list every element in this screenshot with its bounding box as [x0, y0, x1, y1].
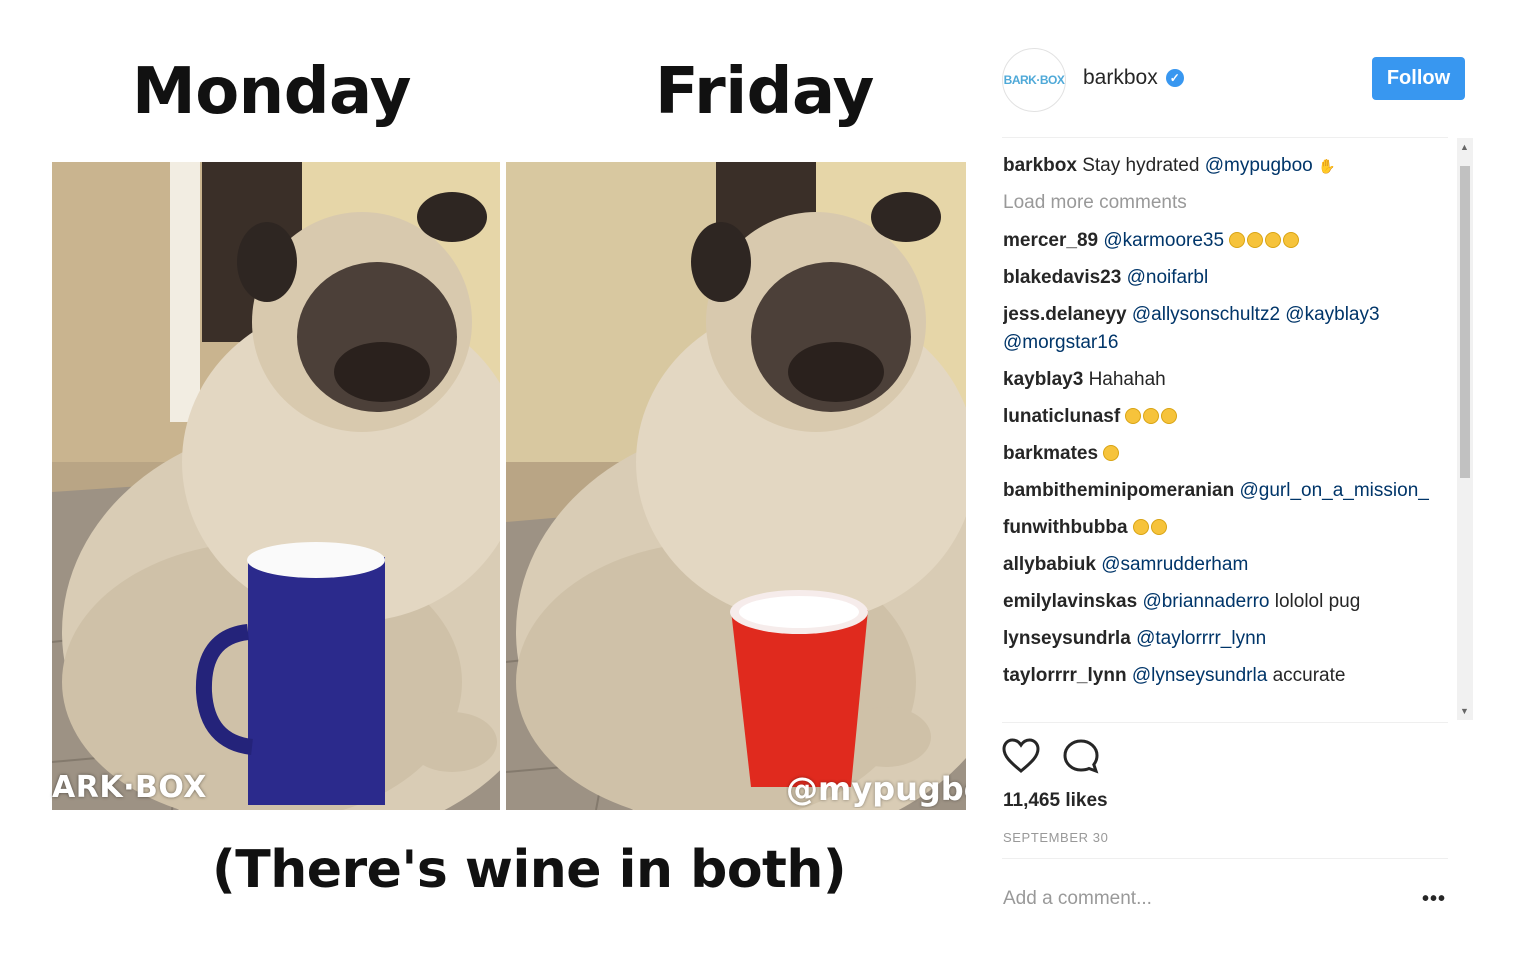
comment-text: accurate: [1272, 665, 1346, 686]
laughing-emoji-icon: [1265, 232, 1282, 248]
comments-divider: [1002, 722, 1448, 723]
post-header: BARK·BOX barkbox ✓ Follow: [1002, 48, 1465, 128]
comment-username[interactable]: lynseysundrla: [1003, 628, 1131, 649]
pug-photo-friday: [506, 162, 966, 810]
comments-scrollbar[interactable]: ▲ ▼: [1457, 138, 1473, 720]
comment-bubble-icon[interactable]: [1062, 738, 1100, 774]
comment-item: mercer_89 @karmoore35: [1003, 227, 1443, 255]
comment-username[interactable]: jess.delaneyy: [1003, 304, 1127, 325]
post-caption: barkbox Stay hydrated @mypugboo ✋: [1003, 152, 1443, 180]
comment-text: Hahahah: [1088, 369, 1166, 390]
laughing-emoji-icon: [1283, 232, 1300, 248]
like-count[interactable]: 11,465 likes: [1003, 790, 1108, 812]
comment-item: jess.delaneyy @allysonschultz2 @kayblay3…: [1003, 301, 1443, 357]
meme-title-friday: Friday: [655, 55, 874, 129]
comment-username[interactable]: taylorrrr_lynn: [1003, 665, 1127, 686]
verified-check-icon: ✓: [1165, 69, 1184, 87]
comment-username[interactable]: barkmates: [1003, 443, 1098, 464]
caption-username[interactable]: barkbox: [1003, 155, 1077, 176]
comment-mention[interactable]: @karmoore35: [1103, 230, 1224, 251]
meme-title-monday: Monday: [132, 55, 411, 129]
laughing-emoji-icon: [1143, 408, 1160, 424]
comment-item: lynseysundrla @taylorrrr_lynn: [1003, 625, 1443, 653]
post-sidebar: BARK·BOX barkbox ✓ Follow barkbox Stay h…: [990, 40, 1475, 940]
comment-item: taylorrrr_lynn @lynseysundrla accurate: [1003, 662, 1443, 690]
pug-photo-monday: [52, 162, 500, 810]
comment-username[interactable]: funwithbubba: [1003, 517, 1128, 538]
comment-mention[interactable]: @gurl_on_a_mission_: [1239, 480, 1428, 501]
scroll-thumb[interactable]: [1460, 166, 1470, 478]
comment-text: lololol pug: [1274, 591, 1361, 612]
comment-username[interactable]: emilylavinskas: [1003, 591, 1137, 612]
comment-mention[interactable]: @noifarbl: [1127, 267, 1209, 288]
comment-item: kayblay3 Hahahah: [1003, 366, 1443, 394]
comment-item: bambitheminipomeranian @gurl_on_a_missio…: [1003, 477, 1443, 505]
comment-item: lunaticlunasf: [1003, 403, 1443, 431]
comment-username[interactable]: allybabiuk: [1003, 554, 1096, 575]
laughing-emoji-icon: [1247, 232, 1264, 248]
more-options-icon[interactable]: •••: [1422, 888, 1446, 911]
comment-username[interactable]: blakedavis23: [1003, 267, 1121, 288]
footer-divider: [1002, 858, 1448, 859]
like-heart-icon[interactable]: [1002, 738, 1040, 774]
raised-hand-emoji-icon: ✋: [1318, 158, 1336, 174]
comment-username[interactable]: mercer_89: [1003, 230, 1098, 251]
comment-item: barkmates: [1003, 440, 1443, 468]
barkbox-watermark: ARK·BOX: [52, 770, 207, 805]
comment-item: blakedavis23 @noifarbl: [1003, 264, 1443, 292]
comment-mention[interactable]: @lynseysundrla: [1132, 665, 1267, 686]
comment-mention[interactable]: @samrudderham: [1101, 554, 1248, 575]
caption-text: Stay hydrated: [1082, 155, 1200, 176]
meme-caption: (There's wine in both): [212, 840, 847, 900]
header-divider: [1002, 137, 1448, 138]
laughing-emoji-icon: [1125, 408, 1142, 424]
comments-list[interactable]: barkbox Stay hydrated @mypugboo ✋ Load m…: [1003, 152, 1443, 720]
comment-mention[interactable]: @briannaderro: [1142, 591, 1269, 612]
comment-username[interactable]: kayblay3: [1003, 369, 1083, 390]
scroll-up-arrow-icon[interactable]: ▲: [1460, 142, 1469, 152]
comment-item: funwithbubba: [1003, 514, 1443, 542]
comment-username[interactable]: bambitheminipomeranian: [1003, 480, 1234, 501]
username-row: barkbox ✓: [1083, 66, 1184, 90]
load-more-comments-link[interactable]: Load more comments: [1003, 189, 1443, 217]
laughing-emoji-icon: [1132, 519, 1149, 535]
action-bar: [1002, 738, 1100, 774]
laughing-emoji-icon: [1103, 445, 1120, 461]
follow-button[interactable]: Follow: [1372, 57, 1465, 100]
avatar[interactable]: BARK·BOX: [1002, 48, 1066, 112]
laughing-emoji-icon: [1229, 232, 1246, 248]
post-image[interactable]: Monday Friday ARK·BOX @mypugb (There's w…: [0, 0, 990, 960]
post-date[interactable]: SEPTEMBER 30: [1003, 830, 1108, 845]
username-link[interactable]: barkbox: [1083, 66, 1158, 90]
laughing-emoji-icon: [1150, 519, 1167, 535]
laughing-emoji-icon: [1161, 408, 1178, 424]
mypugboo-watermark: @mypugboo: [786, 770, 966, 808]
caption-mention[interactable]: @mypugboo: [1205, 155, 1313, 176]
scroll-down-arrow-icon[interactable]: ▼: [1460, 706, 1469, 716]
comment-username[interactable]: lunaticlunasf: [1003, 406, 1120, 427]
comment-item: allybabiuk @samrudderham: [1003, 551, 1443, 579]
comment-mention[interactable]: @taylorrrr_lynn: [1136, 628, 1266, 649]
add-comment-input[interactable]: [1003, 888, 1363, 910]
comment-item: emilylavinskas @briannaderro lololol pug: [1003, 588, 1443, 616]
